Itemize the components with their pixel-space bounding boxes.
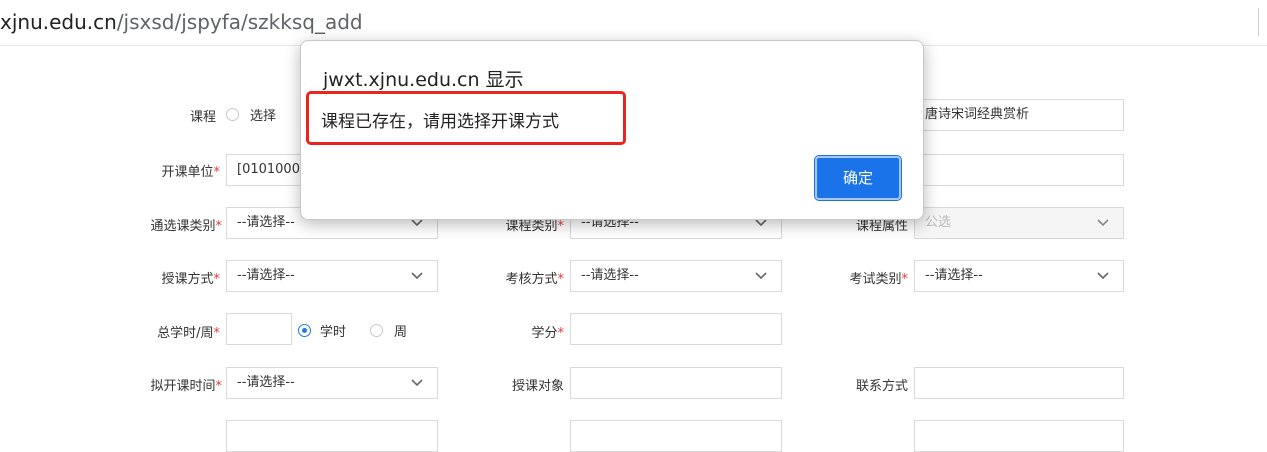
plan-time-label: 拟开课时间* (150, 379, 222, 394)
dialog-title: jwxt.xjnu.edu.cn 显示 (323, 69, 524, 91)
course-select-radio-label: 选择 (250, 109, 277, 124)
exam-type-label: 考试类别* (849, 272, 908, 287)
row7-mid-input[interactable] (570, 420, 782, 452)
assess-mode-value: --请选择-- (581, 268, 639, 283)
row2-right-input[interactable] (914, 154, 1124, 186)
assess-mode-label: 考核方式* (505, 272, 564, 287)
course-attr-value: 公选 (925, 215, 952, 230)
course-select-radio[interactable] (226, 108, 239, 121)
chevron-down-icon (1097, 272, 1109, 280)
course-name-input[interactable]: 唐诗宋词经典赏析 (914, 99, 1124, 131)
hours-radio-label: 学时 (320, 325, 347, 340)
general-type-label: 通选课类别* (150, 219, 222, 234)
plan-time-select[interactable]: --请选择-- (226, 367, 438, 399)
assess-mode-select[interactable]: --请选择-- (570, 260, 782, 292)
course-label: 课程 (189, 110, 216, 125)
teach-mode-value: --请选择-- (237, 268, 295, 283)
row7-left-input[interactable] (226, 420, 438, 452)
credit-input[interactable] (570, 313, 782, 345)
contact-input[interactable] (914, 367, 1124, 399)
week-radio[interactable] (370, 324, 383, 337)
week-radio-label: 周 (394, 325, 408, 340)
general-type-value: --请选择-- (237, 215, 295, 230)
contact-label: 联系方式 (855, 379, 908, 394)
teach-mode-label: 授课方式* (161, 272, 220, 287)
exam-type-select[interactable]: --请选择-- (914, 260, 1124, 292)
address-url[interactable]: xjnu.edu.cn/jsxsd/jspyfa/szkksq_add (0, 10, 363, 34)
credit-label: 学分* (531, 326, 564, 341)
url-host: xjnu.edu.cn (0, 10, 117, 34)
chevron-down-icon (755, 272, 767, 280)
target-label: 授课对象 (511, 379, 564, 394)
course-name-value: 唐诗宋词经典赏析 (925, 107, 1030, 122)
chevron-down-icon (411, 379, 423, 387)
dept-value: [0101000 (237, 162, 300, 177)
dialog-message: 课程已存在，请用选择开课方式 (321, 112, 559, 132)
dept-label: 开课单位* (161, 165, 220, 180)
row7-right-input[interactable] (914, 420, 1124, 452)
toolbar-divider (1258, 8, 1259, 36)
plan-time-value: --请选择-- (237, 375, 295, 390)
exam-type-value: --请选择-- (925, 268, 983, 283)
chevron-down-icon (411, 272, 423, 280)
url-path: /jsxsd/jspyfa/szkksq_add (116, 10, 363, 34)
hours-radio[interactable] (298, 324, 311, 337)
chevron-down-icon (1097, 219, 1109, 227)
total-hours-input[interactable] (226, 313, 292, 345)
course-attr-select[interactable]: 公选 (914, 207, 1124, 239)
total-hours-label: 总学时/周* (157, 326, 220, 341)
teach-mode-select[interactable]: --请选择-- (226, 260, 438, 292)
alert-dialog: jwxt.xjnu.edu.cn 显示 课程已存在，请用选择开课方式 确定 (300, 40, 924, 220)
ok-button[interactable]: 确定 (814, 155, 902, 201)
target-input[interactable] (570, 367, 782, 399)
